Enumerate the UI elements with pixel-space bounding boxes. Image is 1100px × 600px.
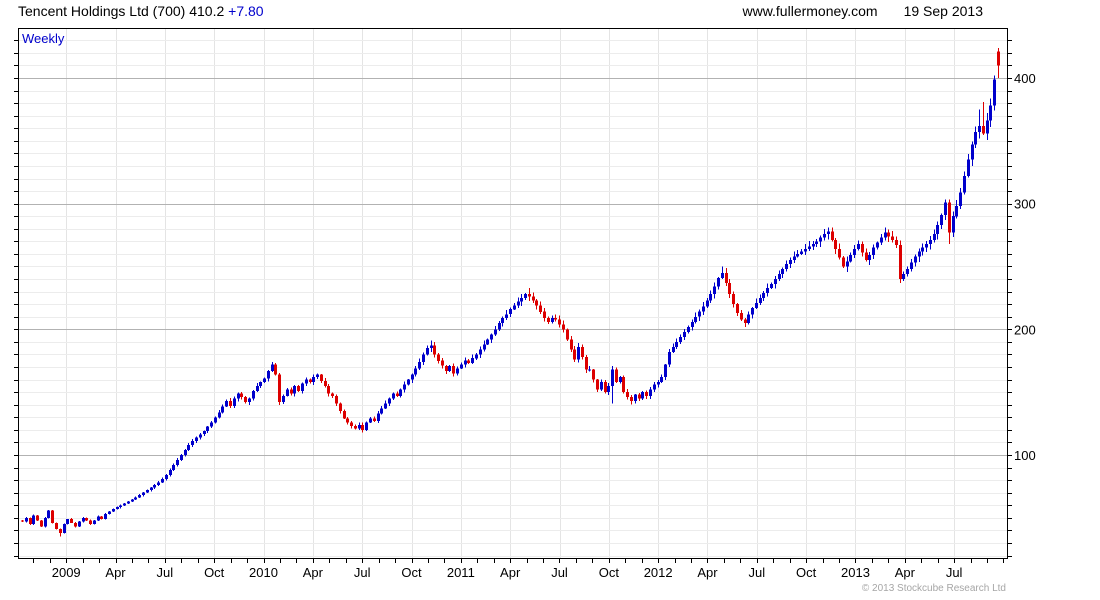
x-axis-label: Oct xyxy=(599,565,620,580)
x-axis-label: Oct xyxy=(204,565,225,580)
x-axis-label: Apr xyxy=(697,565,718,580)
x-axis-label: Apr xyxy=(303,565,324,580)
x-axis-label: Oct xyxy=(401,565,422,580)
x-axis-label: Jul xyxy=(157,565,174,580)
candlestick-chart: 100 200 300 400 2009 Apr Jul Oct 2010 Apr Jul Oct 20… xyxy=(14,28,1036,580)
y-axis-label: 200 xyxy=(1014,322,1036,337)
x-axis-label: Jul xyxy=(946,565,963,580)
x-axis-label: 2013 xyxy=(841,565,870,580)
x-axis-label: 2012 xyxy=(644,565,673,580)
x-axis-label: Jul xyxy=(749,565,766,580)
x-axis-label: Oct xyxy=(796,565,817,580)
x-axis-label: 2011 xyxy=(447,565,475,580)
x-axis-label: Apr xyxy=(105,565,126,580)
x-axis-label: Apr xyxy=(895,565,916,580)
y-axis-label: 400 xyxy=(1014,71,1036,86)
x-axis-label: Jul xyxy=(354,565,371,580)
y-axis-label: 100 xyxy=(1014,448,1036,463)
axis-labels-layer: 100 200 300 400 2009 Apr Jul Oct 2010 Apr Jul Oct 20… xyxy=(52,71,1036,580)
y-axis-label: 300 xyxy=(1014,197,1036,212)
timeframe-label: Weekly xyxy=(22,31,65,46)
x-axis-label: Jul xyxy=(551,565,568,580)
x-axis-label: Apr xyxy=(500,565,521,580)
x-axis-label: 2009 xyxy=(52,565,81,580)
copyright-notice: © 2013 Stockcube Research Ltd xyxy=(861,583,1006,594)
axes-layer xyxy=(14,28,1012,563)
x-axis-label: 2010 xyxy=(249,565,278,580)
fullermoney-chart-page: Tencent Holdings Ltd (700) 410.2 +7.80 w… xyxy=(0,0,1100,600)
